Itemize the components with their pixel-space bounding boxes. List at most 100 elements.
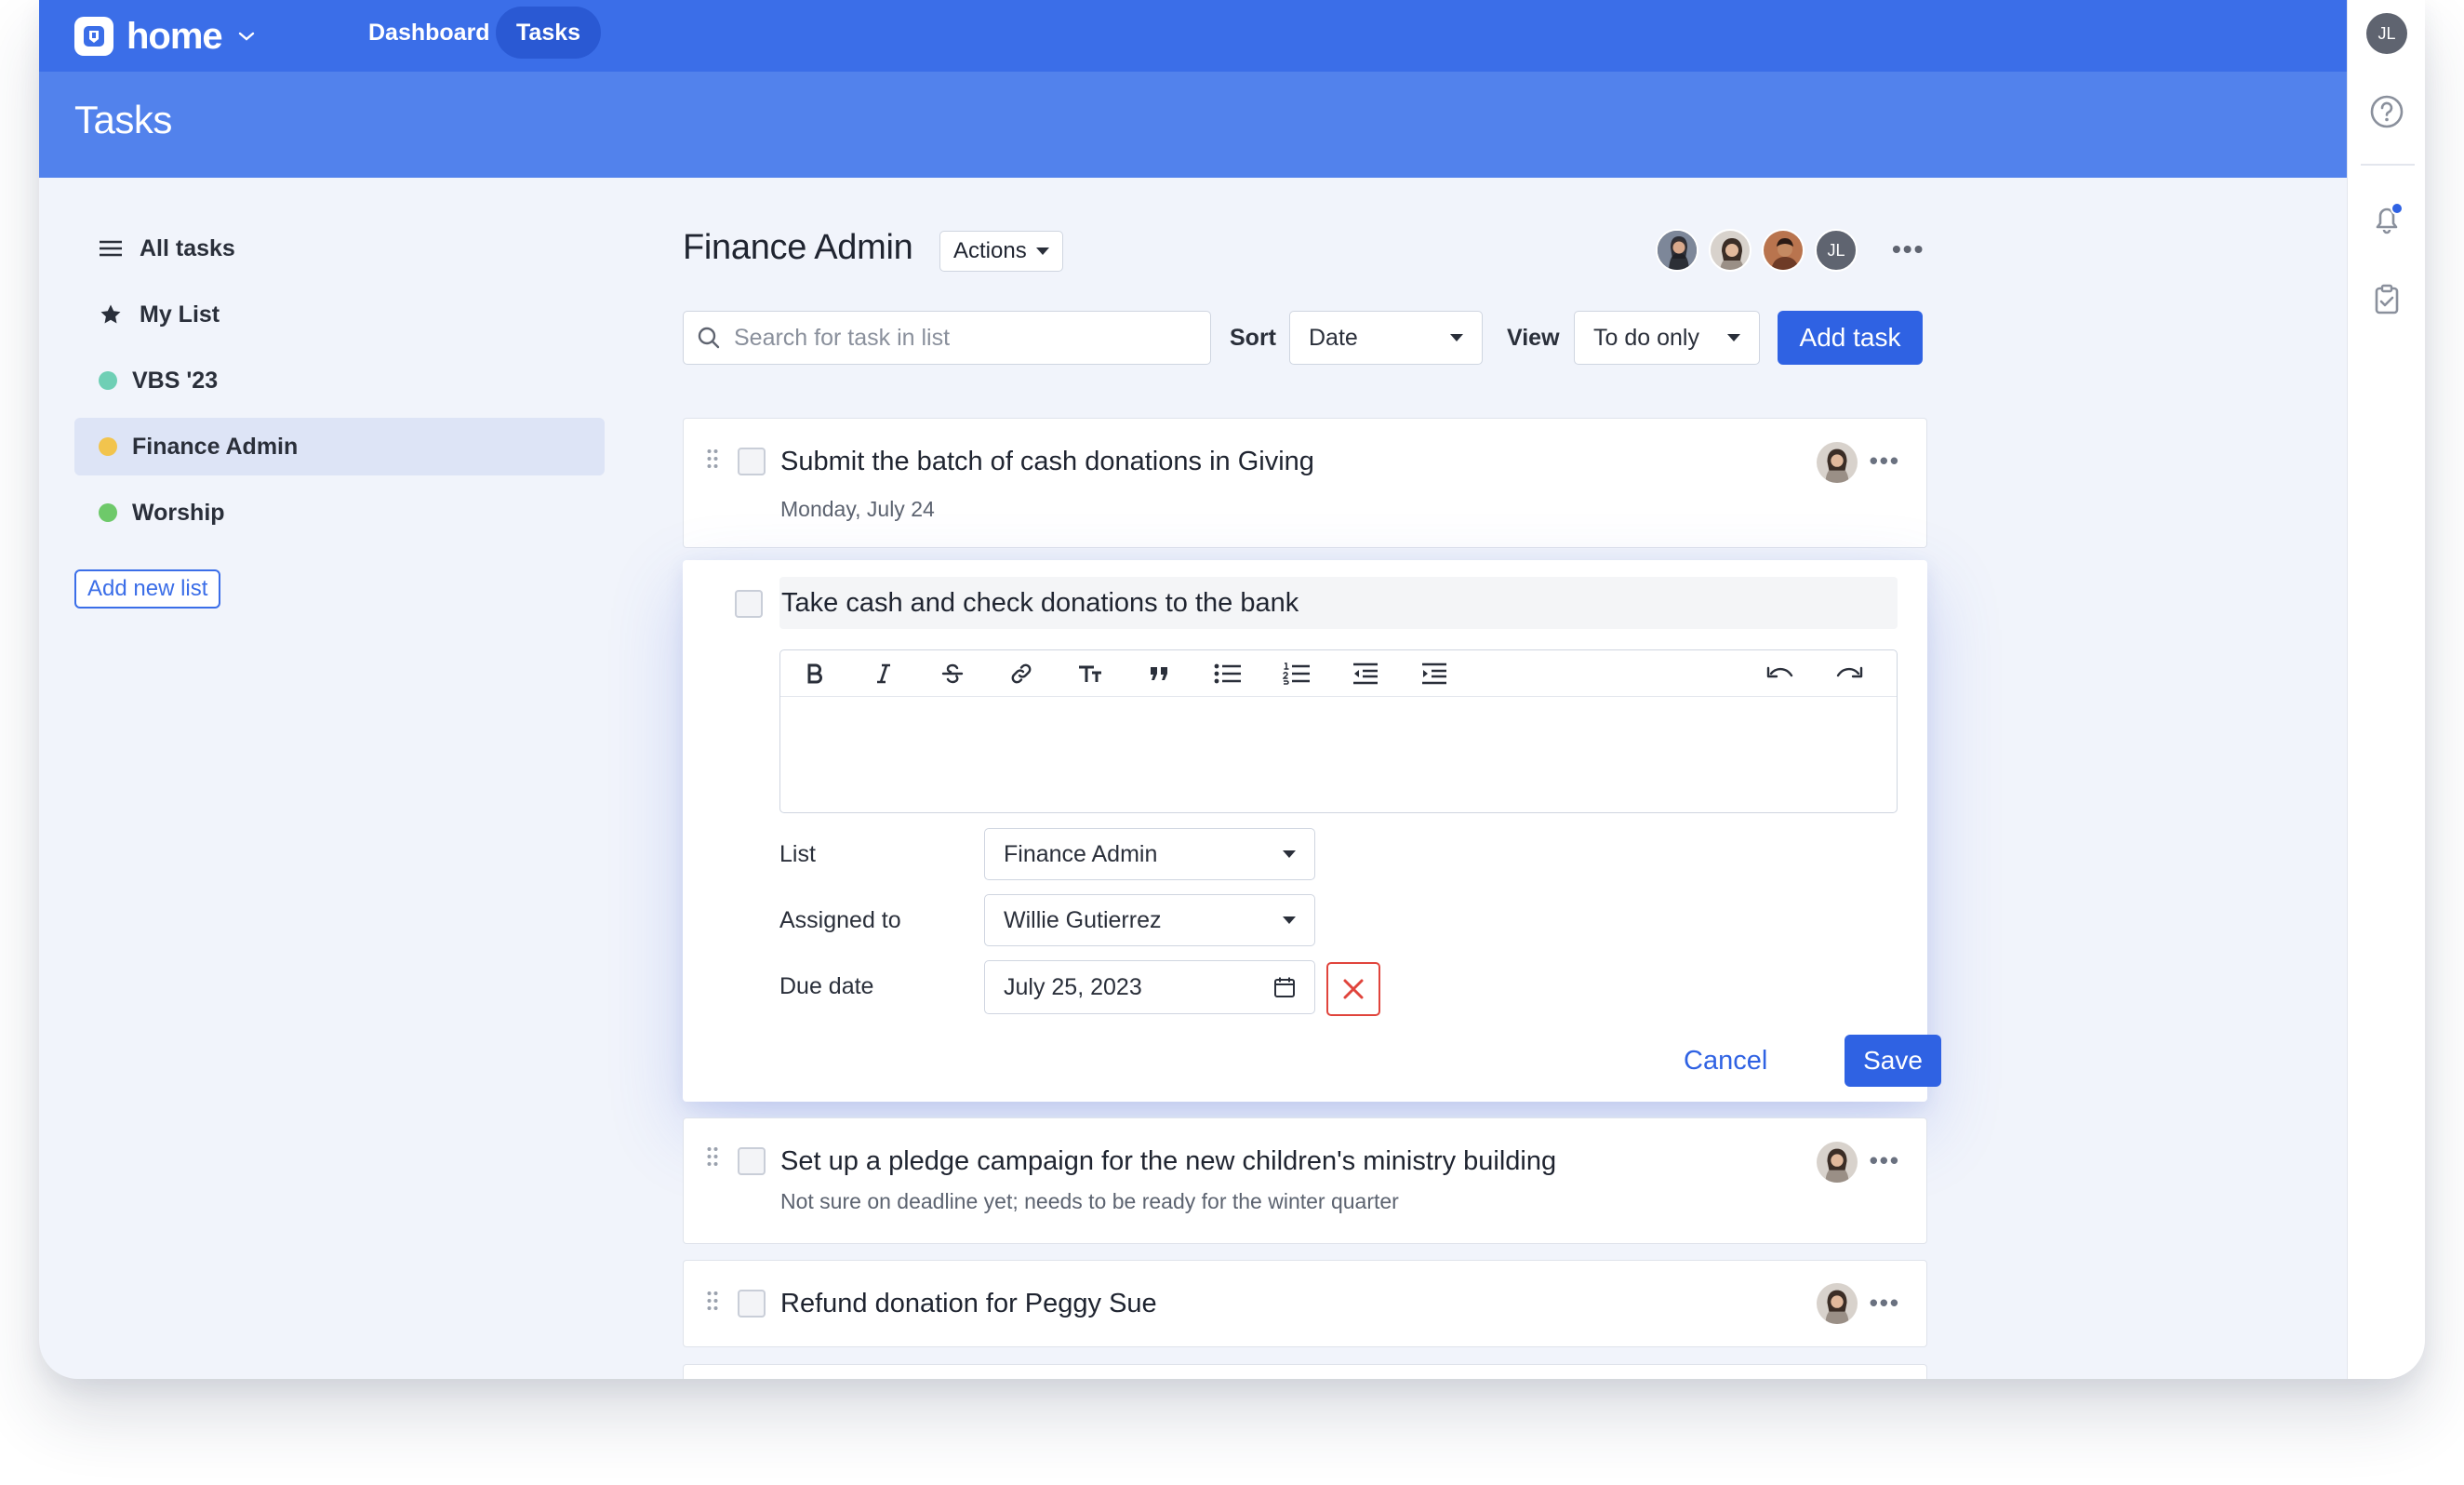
cancel-button[interactable]: Cancel <box>1684 1046 1767 1077</box>
task-checkbox[interactable] <box>738 1147 766 1175</box>
search-placeholder: Search for task in list <box>734 324 951 351</box>
list-field-label: List <box>779 841 816 867</box>
caret-down-icon <box>1450 334 1463 341</box>
view-label: View <box>1507 325 1560 351</box>
list-icon <box>99 239 123 258</box>
member-avatar-initials[interactable]: JL <box>1815 229 1858 272</box>
save-button[interactable]: Save <box>1845 1035 1941 1087</box>
task-due-date: Monday, July 24 <box>780 497 935 521</box>
task-title-input[interactable]: Take cash and check donations to the ban… <box>779 577 1898 629</box>
close-icon <box>1343 979 1364 999</box>
chevron-down-icon <box>238 32 254 41</box>
task-card[interactable]: Submit the batch of cash donations in Gi… <box>683 418 1927 548</box>
help-icon[interactable] <box>2368 93 2405 130</box>
actions-label: Actions <box>953 238 1027 263</box>
list-more-options-icon[interactable]: ••• <box>1892 234 1925 264</box>
brand-switcher[interactable]: home <box>74 13 256 60</box>
due-date-label: Due date <box>779 973 874 999</box>
sort-select[interactable]: Date <box>1289 311 1483 365</box>
list-select-value: Finance Admin <box>1004 840 1158 867</box>
sidebar-item-label: VBS '23 <box>132 367 219 394</box>
member-avatar[interactable] <box>1709 229 1751 272</box>
view-value: To do only <box>1593 324 1699 351</box>
caret-down-icon <box>1283 850 1296 858</box>
brand-name: home <box>127 15 223 57</box>
caret-down-icon <box>1035 248 1049 255</box>
clear-due-date-button[interactable] <box>1326 962 1380 1016</box>
task-card[interactable]: Refund donation for Peggy Sue ••• <box>683 1260 1927 1347</box>
search-input[interactable]: Search for task in list <box>683 311 1211 365</box>
assignee-value: Willie Gutierrez <box>1004 906 1162 933</box>
sidebar-item-finance-admin[interactable]: Finance Admin <box>74 418 605 475</box>
actions-dropdown[interactable]: Actions <box>939 231 1063 272</box>
sort-label: Sort <box>1230 325 1276 351</box>
assignee-avatar[interactable] <box>1817 1142 1858 1183</box>
drag-handle-icon[interactable] <box>706 1146 719 1167</box>
sidebar-item-worship[interactable]: Worship <box>74 484 605 542</box>
add-task-button[interactable]: Add task <box>1778 311 1923 365</box>
sidebar-item-my-list[interactable]: My List <box>74 286 605 343</box>
outdent-icon[interactable] <box>1352 660 1379 688</box>
undo-icon[interactable] <box>1766 660 1794 688</box>
italic-icon[interactable] <box>870 660 898 688</box>
due-date-input[interactable]: July 25, 2023 <box>984 960 1315 1014</box>
notifications-bell-icon[interactable] <box>2368 201 2405 238</box>
app-window: home Dashboard Tasks Tasks JL All tasks … <box>39 0 2425 1379</box>
task-checkbox[interactable] <box>738 448 766 475</box>
list-color-dot <box>99 371 117 390</box>
sidebar-item-label: Finance Admin <box>132 433 299 460</box>
bullet-list-icon[interactable] <box>1214 660 1242 688</box>
strikethrough-icon[interactable] <box>939 660 966 688</box>
assignee-avatar[interactable] <box>1817 1283 1858 1324</box>
right-utility-bar: JL <box>2347 0 2425 1379</box>
calendar-icon[interactable] <box>1273 976 1296 998</box>
sidebar-item-label: My List <box>140 301 220 328</box>
notes-editor[interactable] <box>779 649 1898 813</box>
sort-value: Date <box>1309 324 1358 351</box>
task-editor: Take cash and check donations to the ban… <box>683 560 1941 1102</box>
view-select[interactable]: To do only <box>1574 311 1760 365</box>
member-avatar[interactable] <box>1762 229 1805 272</box>
redo-icon[interactable] <box>1835 660 1863 688</box>
task-card-partial[interactable] <box>683 1364 1927 1379</box>
numbered-list-icon[interactable] <box>1283 660 1311 688</box>
list-title: Finance Admin <box>683 228 913 267</box>
link-icon[interactable] <box>1007 660 1035 688</box>
task-card[interactable]: Set up a pledge campaign for the new chi… <box>683 1117 1927 1244</box>
task-note: Not sure on deadline yet; needs to be re… <box>780 1189 1399 1213</box>
drag-handle-icon[interactable] <box>706 1291 719 1311</box>
list-select[interactable]: Finance Admin <box>984 828 1315 880</box>
task-more-options-icon[interactable]: ••• <box>1870 447 1900 475</box>
top-nav-bar: home Dashboard Tasks <box>39 0 2347 72</box>
task-checkbox[interactable] <box>735 590 763 618</box>
task-title: Refund donation for Peggy Sue <box>780 1289 1157 1318</box>
task-checkbox[interactable] <box>738 1290 766 1318</box>
assigned-to-label: Assigned to <box>779 907 901 933</box>
member-avatar[interactable] <box>1656 229 1698 272</box>
assignee-select[interactable]: Willie Gutierrez <box>984 894 1315 946</box>
task-more-options-icon[interactable]: ••• <box>1870 1146 1900 1175</box>
bold-icon[interactable] <box>801 660 829 688</box>
user-avatar[interactable]: JL <box>2366 13 2407 54</box>
list-color-dot <box>99 503 117 522</box>
assignee-avatar[interactable] <box>1817 442 1858 483</box>
sidebar-item-all-tasks[interactable]: All tasks <box>74 220 605 277</box>
task-more-options-icon[interactable]: ••• <box>1870 1289 1900 1318</box>
add-new-list-button[interactable]: Add new list <box>74 569 221 609</box>
task-title: Set up a pledge campaign for the new chi… <box>780 1146 1557 1176</box>
sidebar-item-label: Worship <box>132 499 225 526</box>
divider <box>2361 164 2415 166</box>
clipboard-check-icon[interactable] <box>2368 281 2405 318</box>
due-date-value: July 25, 2023 <box>1004 973 1142 1000</box>
search-icon <box>698 327 720 349</box>
sidebar-item-vbs-23[interactable]: VBS '23 <box>74 352 605 409</box>
indent-icon[interactable] <box>1420 660 1448 688</box>
text-size-icon[interactable] <box>1076 660 1104 688</box>
caret-down-icon <box>1727 334 1740 341</box>
list-color-dot <box>99 437 117 456</box>
nav-tab-tasks[interactable]: Tasks <box>496 7 602 59</box>
page-header: Tasks <box>39 72 2347 178</box>
drag-handle-icon[interactable] <box>706 448 719 469</box>
nav-tab-dashboard[interactable]: Dashboard <box>348 7 511 59</box>
quote-icon[interactable] <box>1145 660 1173 688</box>
